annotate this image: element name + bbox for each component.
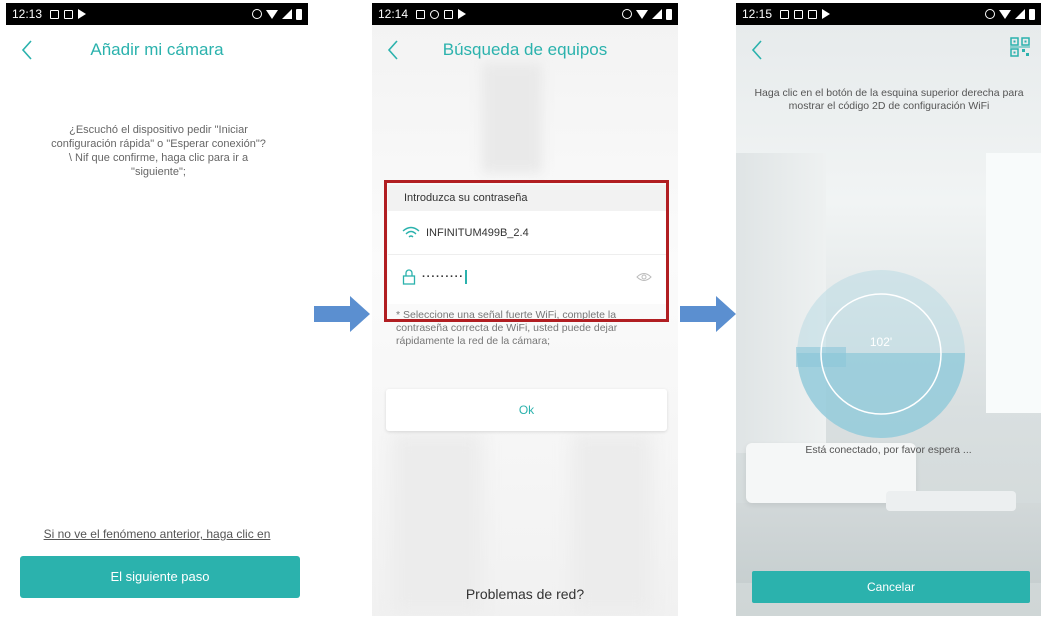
battery-icon <box>1029 8 1035 20</box>
back-icon[interactable] <box>386 38 400 62</box>
status-bar: 12:14 <box>372 3 678 25</box>
next-step-button[interactable]: El siguiente paso <box>20 556 300 598</box>
status-time: 12:13 <box>12 7 43 21</box>
wifi-status-icon <box>636 9 648 19</box>
phone-screen-device-search: 12:14 Búsqueda de equipos Introduzca su … <box>372 3 678 616</box>
notification-icon <box>416 9 426 19</box>
instruction-text: Haga clic en el botón de la esquina supe… <box>754 87 1024 112</box>
whatsapp-icon <box>430 9 440 19</box>
highlight-frame <box>384 180 669 322</box>
ok-button[interactable]: Ok <box>386 389 667 431</box>
notification-icon <box>64 9 74 19</box>
notification-icon <box>780 9 790 19</box>
nav-bar <box>736 25 1041 75</box>
rotation-icon <box>985 9 995 19</box>
background-table <box>886 491 1016 511</box>
wifi-status-icon <box>999 9 1011 19</box>
signal-icon <box>652 9 662 19</box>
nav-bar: Búsqueda de equipos <box>372 25 678 75</box>
status-time: 12:15 <box>742 7 773 21</box>
signal-icon <box>1015 9 1025 19</box>
help-link[interactable]: Si no ve el fenómeno anterior, haga clic… <box>6 527 308 541</box>
status-bar: 12:15 <box>736 3 1041 25</box>
qr-code-icon[interactable] <box>1010 37 1030 57</box>
status-bar: 12:13 <box>6 3 308 25</box>
progress-value: 102' <box>869 335 893 349</box>
play-icon <box>822 9 831 19</box>
play-icon <box>78 9 87 19</box>
background-shape <box>482 63 542 173</box>
back-icon[interactable] <box>20 38 34 62</box>
nav-bar: Añadir mi cámara <box>6 25 308 75</box>
cancel-button[interactable]: Cancelar <box>752 571 1030 603</box>
phone-screen-add-camera: 12:13 Añadir mi cámara ¿Escuchó el dispo… <box>6 3 308 616</box>
arrow-right-icon <box>680 296 736 332</box>
rotation-icon <box>622 9 632 19</box>
notification-icon <box>444 9 454 19</box>
page-title: Añadir mi cámara <box>90 40 224 59</box>
network-problems-link[interactable]: Problemas de red? <box>372 586 678 602</box>
notification-icon <box>50 9 60 19</box>
status-time: 12:14 <box>378 7 409 21</box>
battery-icon <box>296 8 302 20</box>
wifi-status-icon <box>266 9 278 19</box>
connection-progress-circle <box>796 270 965 438</box>
battery-icon <box>666 8 672 20</box>
notification-icon <box>794 9 804 19</box>
arrow-right-icon <box>314 296 370 332</box>
phone-screen-connecting: 12:15 Haga clic en el botón de la esquin… <box>736 3 1041 616</box>
signal-icon <box>282 9 292 19</box>
status-text: Está conectado, por favor espera ... <box>805 444 972 456</box>
background-window <box>986 153 1041 413</box>
instruction-text: ¿Escuchó el dispositivo pedir "Iniciar c… <box>51 124 266 178</box>
rotation-icon <box>252 9 262 19</box>
page-title: Búsqueda de equipos <box>442 40 608 59</box>
back-icon[interactable] <box>750 38 764 62</box>
hint-text: * Seleccione una señal fuerte WiFi, comp… <box>396 309 618 347</box>
cast-icon <box>808 9 818 19</box>
play-icon <box>458 9 467 19</box>
